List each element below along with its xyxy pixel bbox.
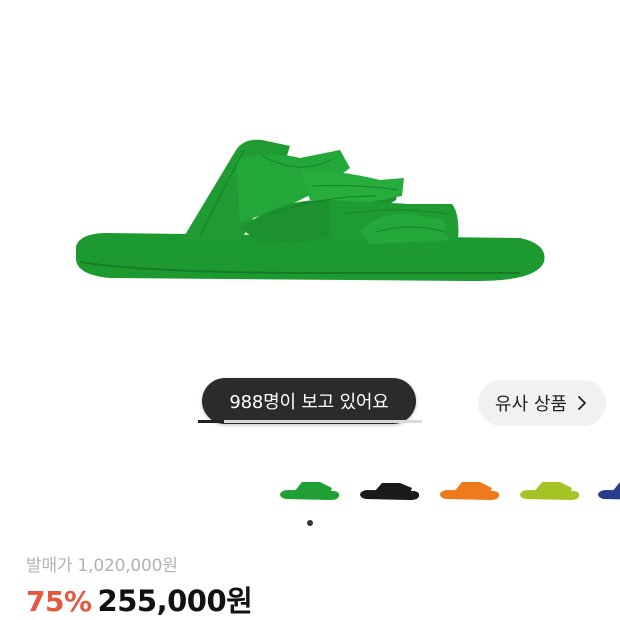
black-sandal-thumb-icon (360, 483, 420, 500)
color-variant-navy[interactable] (594, 468, 620, 512)
product-image[interactable] (0, 0, 620, 430)
image-scroll-track (198, 420, 422, 423)
original-price: 발매가 1,020,000원 (26, 556, 178, 576)
discount-rate: 75% (26, 585, 92, 618)
viewers-badge: 988명이 보고 있어요 (202, 378, 416, 424)
navy-sandal-thumb-icon (598, 482, 620, 500)
lime-sandal-thumb-icon (520, 482, 580, 500)
viewers-text: 988명이 보고 있어요 (229, 392, 389, 413)
color-variant-list (276, 468, 620, 512)
chevron-right-icon (578, 396, 586, 410)
orange-sandal-thumb-icon (440, 482, 500, 500)
color-variant-black[interactable] (356, 468, 424, 512)
color-variant-lime[interactable] (516, 468, 584, 512)
sale-price: 255,000원 (97, 584, 253, 618)
green-sandal-thumb-icon (280, 482, 340, 500)
pagination-dot (307, 520, 313, 526)
similar-products-label: 유사 상품 (495, 394, 567, 415)
color-variant-orange[interactable] (436, 468, 504, 512)
price-row: 75% 255,000원 (26, 578, 253, 620)
color-variant-green[interactable] (276, 468, 344, 512)
similar-products-button[interactable]: 유사 상품 (478, 380, 606, 426)
green-sandal-image (76, 139, 545, 282)
image-scroll-thumb (198, 420, 224, 423)
